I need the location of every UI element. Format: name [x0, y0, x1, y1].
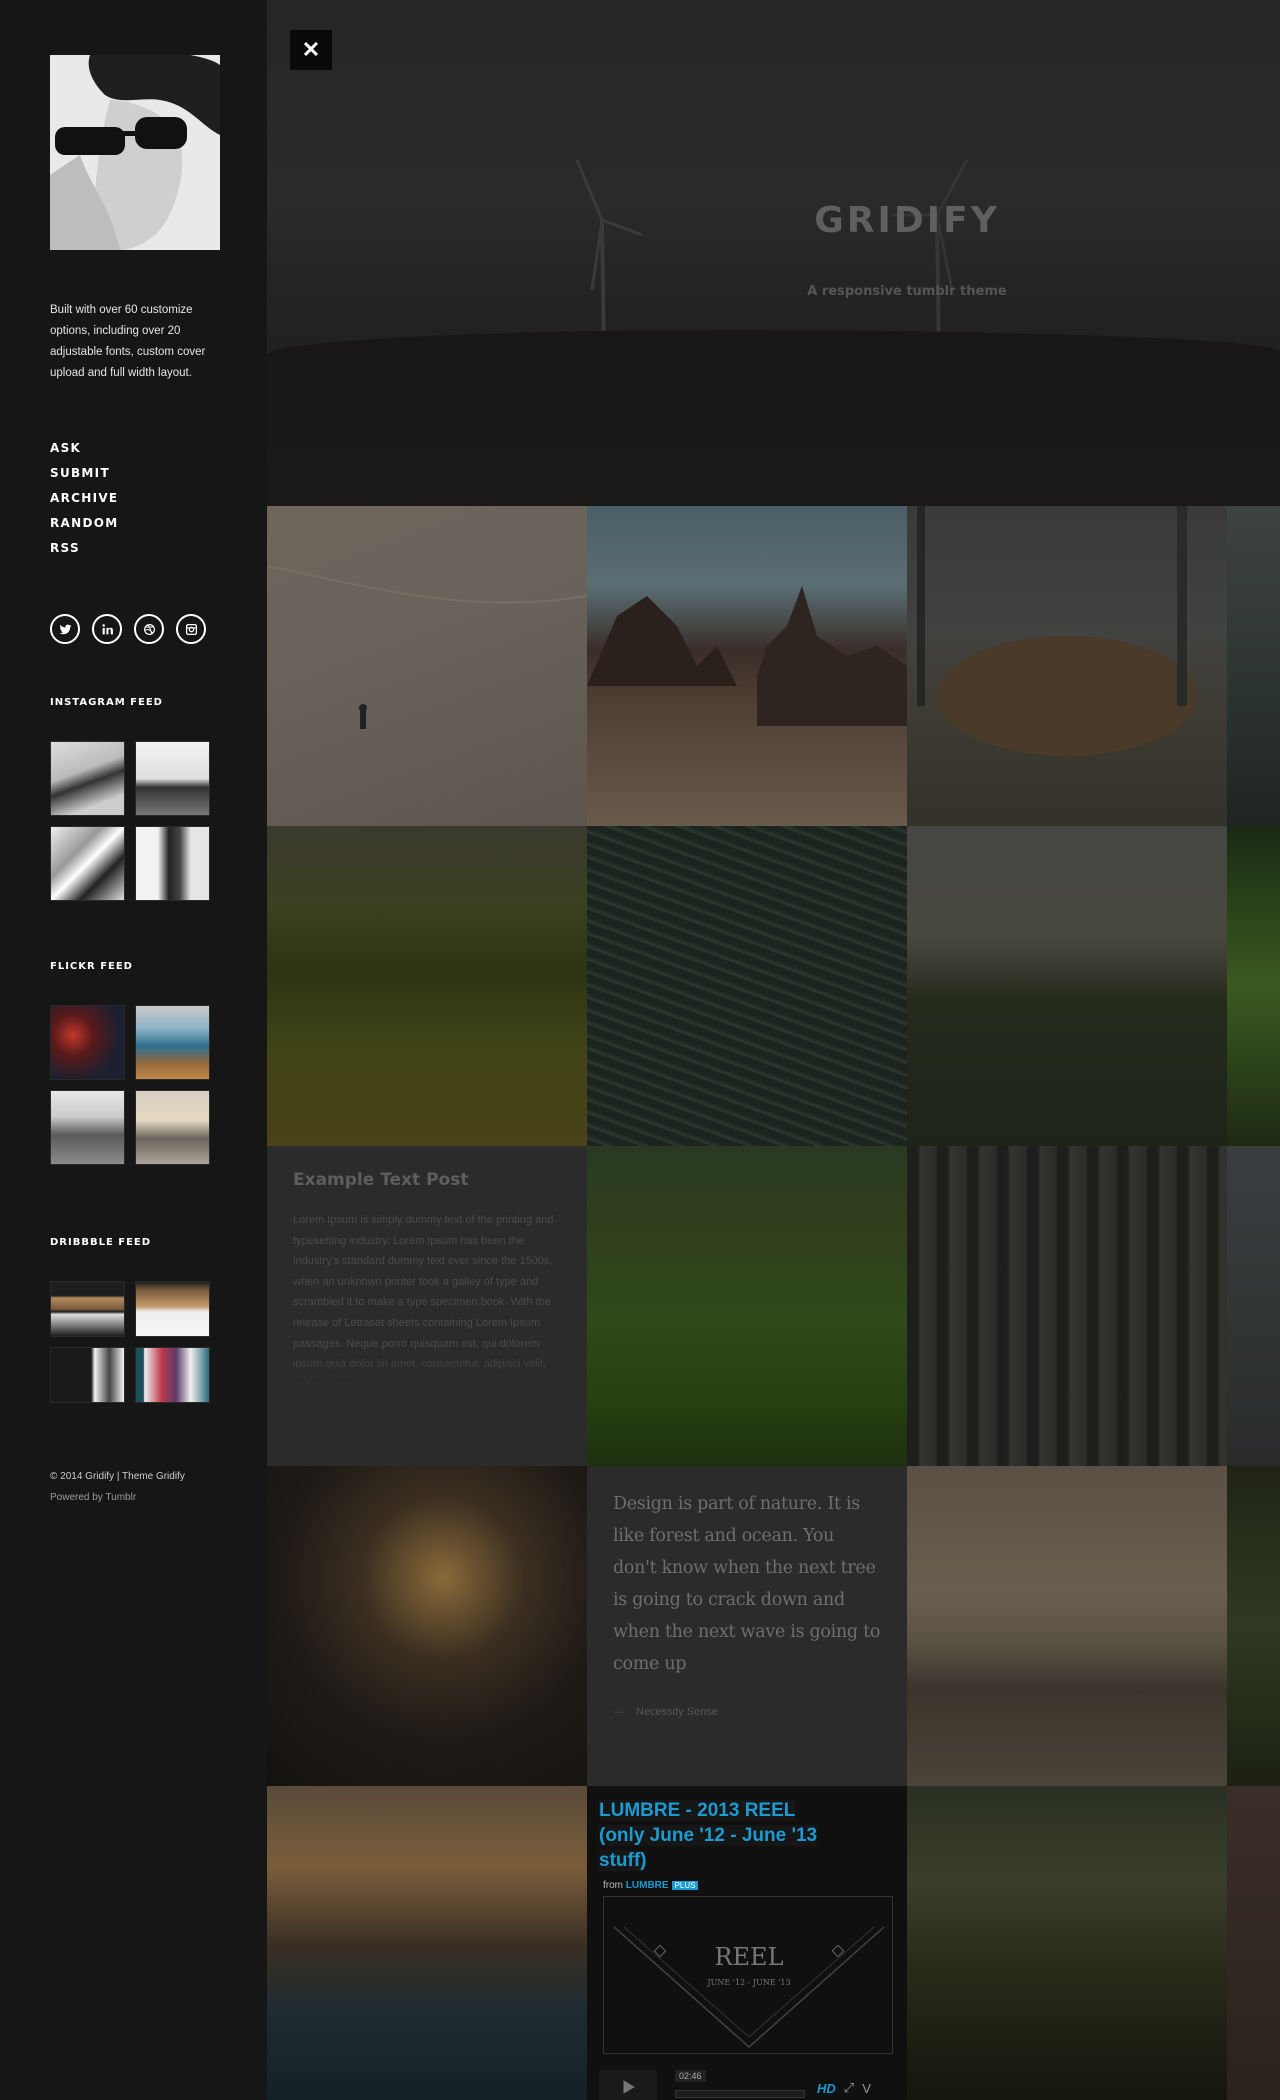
hiker-figure-image — [267, 565, 587, 729]
quote-source-label: Necessity Sense — [636, 1706, 718, 1718]
sidebar-nav: ASK SUBMIT ARCHIVE RANDOM RSS — [50, 436, 118, 561]
dribbble-icon[interactable] — [134, 614, 164, 644]
video-progress-bar[interactable] — [675, 2090, 805, 2098]
photo-post-edge-5[interactable] — [1227, 1786, 1280, 2100]
video-author[interactable]: LUMBRE — [626, 1880, 669, 1891]
instagram-thumb[interactable] — [50, 826, 125, 901]
flickr-feed — [50, 1005, 210, 1165]
instagram-feed — [50, 741, 210, 901]
photo-post-desert[interactable] — [267, 506, 587, 826]
instagram-thumb[interactable] — [135, 826, 210, 901]
dribbble-thumb[interactable] — [135, 1281, 210, 1337]
video-title-text[interactable]: LUMBRE - 2013 REEL (only June '12 - June… — [599, 1800, 818, 1871]
vimeo-logo-icon[interactable]: V — [862, 2081, 871, 2096]
photo-post-field[interactable] — [267, 826, 587, 1146]
social-links — [50, 614, 206, 644]
play-button[interactable] — [599, 2070, 657, 2100]
text-post-body: Lorem Ipsum is simply dummy text of the … — [293, 1214, 554, 1390]
instagram-feed-title: INSTAGRAM FEED — [50, 697, 163, 708]
photo-post-grass[interactable] — [587, 826, 907, 1146]
hd-toggle[interactable]: HD — [817, 2081, 836, 2096]
close-button[interactable]: ✕ — [290, 30, 332, 70]
photo-post-sunset-coast[interactable] — [267, 1786, 587, 2100]
photo-post-edge-3[interactable] — [1227, 1146, 1280, 1466]
bio-text: Built with over 60 customize options, in… — [50, 304, 206, 379]
photo-post-lawn[interactable] — [587, 1146, 907, 1466]
dribbble-feed-title: DRIBBBLE FEED — [50, 1237, 152, 1248]
main-content: ✕ GRIDIFY A responsive tumblr theme Exam… — [267, 0, 1280, 2100]
hill-silhouette — [267, 330, 1280, 506]
nav-rss[interactable]: RSS — [50, 536, 118, 561]
footer: © 2014 Gridify | Theme Gridify Powered b… — [50, 1466, 185, 1508]
video-post[interactable]: LUMBRE - 2013 REEL (only June '12 - June… — [587, 1786, 907, 2100]
site-subtitle: A responsive tumblr theme — [807, 284, 1007, 299]
dribbble-thumb[interactable] — [50, 1347, 125, 1403]
photo-post-coast[interactable] — [907, 1466, 1227, 1786]
fullscreen-icon[interactable]: ⤢ — [844, 2080, 854, 2096]
canyon-rocks-image — [587, 586, 907, 726]
vimeo-plus-badge: PLUS — [671, 1881, 699, 1890]
flickr-thumb[interactable] — [135, 1005, 210, 1080]
video-controls: 02:46 HD ⤢ V — [599, 2070, 899, 2100]
avatar[interactable] — [50, 55, 220, 250]
photo-post-canyon[interactable] — [587, 506, 907, 826]
video-title[interactable]: LUMBRE - 2013 REEL (only June '12 - June… — [599, 1798, 839, 1873]
quote-post[interactable]: Design is part of nature. It is like for… — [587, 1466, 907, 1786]
quote-dash: — — [613, 1706, 624, 1718]
photo-post-forest[interactable] — [907, 1146, 1227, 1466]
sidebar: Built with over 60 customize options, in… — [0, 0, 267, 2100]
photo-post-cockpit[interactable] — [267, 1466, 587, 1786]
nav-submit[interactable]: SUBMIT — [50, 461, 118, 486]
photo-post-edge-2[interactable] — [1227, 826, 1280, 1146]
text-post-title[interactable]: Example Text Post — [293, 1170, 561, 1190]
reel-emblem-image: REEL JUNE '12 - JUNE '13 — [613, 1926, 885, 2049]
dribbble-thumb[interactable] — [135, 1347, 210, 1403]
reel-title: REEL — [714, 1943, 783, 1971]
linkedin-icon[interactable] — [92, 614, 122, 644]
play-icon — [623, 2080, 635, 2094]
photo-post-edge-4[interactable] — [1227, 1466, 1280, 1786]
instagram-thumb[interactable] — [135, 741, 210, 816]
photo-post-meadow[interactable] — [907, 826, 1227, 1146]
video-options: HD ⤢ V — [817, 2080, 871, 2096]
photo-post-edge-1[interactable] — [1227, 506, 1280, 826]
quote-text: Design is part of nature. It is like for… — [613, 1494, 881, 1674]
video-duration: 02:46 — [675, 2070, 706, 2082]
text-post[interactable]: Example Text Post Lorem Ipsum is simply … — [267, 1146, 587, 1466]
twitter-icon[interactable] — [50, 614, 80, 644]
nav-random[interactable]: RANDOM — [50, 511, 118, 536]
photo-post-wildflowers[interactable] — [907, 1786, 1227, 2100]
copyright-text[interactable]: © 2014 Gridify | Theme Gridify — [50, 1466, 185, 1487]
dribbble-feed — [50, 1281, 210, 1403]
dribbble-thumb[interactable] — [50, 1281, 125, 1337]
video-byline: from LUMBRE PLUS — [603, 1880, 699, 1891]
flickr-feed-title: FLICKR FEED — [50, 961, 133, 972]
quote-source: — Necessity Sense — [613, 1706, 881, 1718]
video-from-label: from — [603, 1880, 623, 1891]
log-pile-image — [917, 506, 1197, 756]
flickr-thumb[interactable] — [50, 1090, 125, 1165]
video-poster[interactable]: REEL JUNE '12 - JUNE '13 — [603, 1896, 893, 2054]
flickr-thumb[interactable] — [50, 1005, 125, 1080]
nav-archive[interactable]: ARCHIVE — [50, 486, 118, 511]
instagram-thumb[interactable] — [50, 741, 125, 816]
site-title: GRIDIFY — [814, 200, 1000, 241]
reel-dates: JUNE '12 - JUNE '13 — [706, 1978, 790, 1987]
photo-post-logs[interactable] — [907, 506, 1227, 826]
wind-turbine-image — [892, 160, 969, 360]
instagram-icon[interactable] — [176, 614, 206, 644]
nav-ask[interactable]: ASK — [50, 436, 118, 461]
powered-by-text[interactable]: Powered by Tumblr — [50, 1487, 185, 1508]
flickr-thumb[interactable] — [135, 1090, 210, 1165]
cover-header: ✕ GRIDIFY A responsive tumblr theme — [267, 0, 1280, 506]
